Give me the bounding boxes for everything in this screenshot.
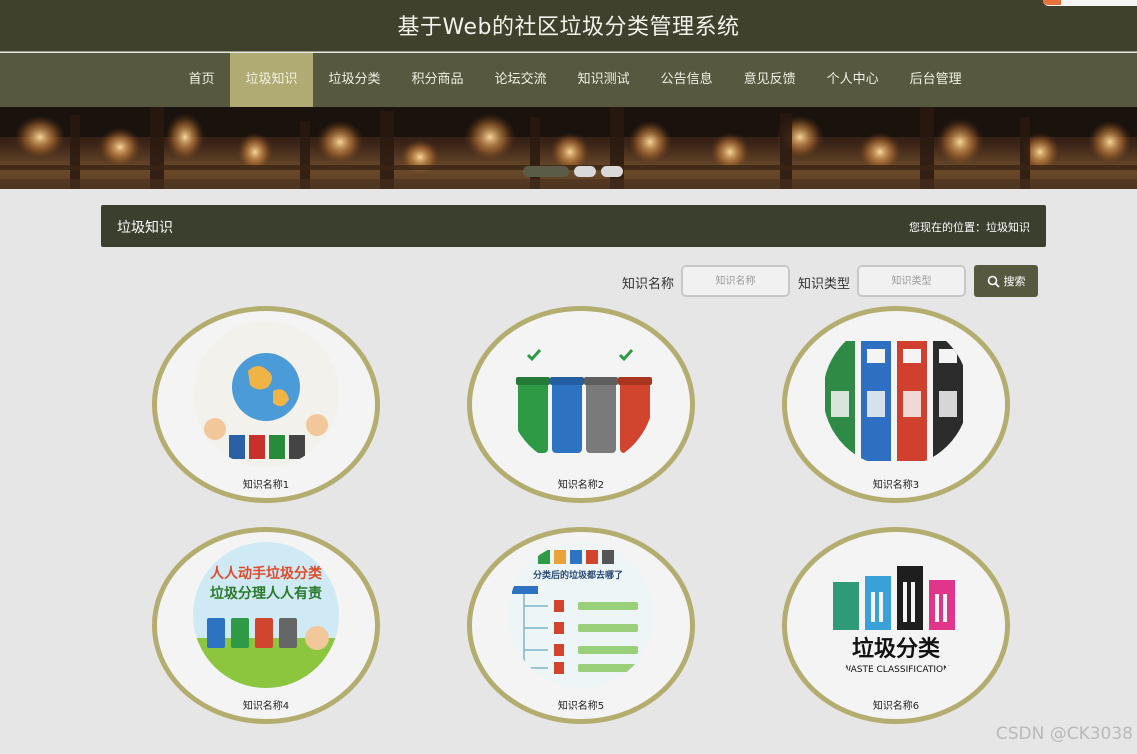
card-caption[interactable]: 知识名称6 xyxy=(787,697,1005,712)
knowledge-card[interactable]: 知识名称2 xyxy=(467,306,695,503)
logo-illustration: 垃圾分类 WASTE CLASSIFICATION xyxy=(823,542,969,688)
knowledge-card[interactable]: 分类后的垃圾都去哪了 知识名称5 xyxy=(467,527,695,724)
bin-lids-illustration xyxy=(823,321,969,467)
card-image[interactable] xyxy=(508,321,654,467)
knowledge-card[interactable]: 知识名称3 xyxy=(782,306,1010,503)
nav-item-points-goods[interactable]: 积分商品 xyxy=(396,53,479,107)
nav-item-announcements[interactable]: 公告信息 xyxy=(645,53,728,107)
watermark: CSDN @CK3038 xyxy=(995,724,1133,744)
type-label: 知识类型 xyxy=(798,277,851,292)
knowledge-card[interactable]: 垃圾分类 WASTE CLASSIFICATION 知识名称6 xyxy=(782,527,1010,724)
card-image[interactable]: 分类后的垃圾都去哪了 xyxy=(508,542,654,688)
section-title: 垃圾知识 xyxy=(117,220,173,236)
hero-banner xyxy=(0,107,1137,189)
knowledge-card[interactable]: 人人动手垃圾分类 垃圾分理人人有责 知识名称4 xyxy=(152,527,380,724)
search-button-label: 搜索 xyxy=(1003,275,1026,288)
page-title: 基于Web的社区垃圾分类管理系统 xyxy=(397,15,740,40)
breadcrumb: 您现在的位置：垃圾知识 xyxy=(909,221,1030,234)
chart-heading: 分类后的垃圾都去哪了 xyxy=(533,569,623,581)
knowledge-type-input[interactable] xyxy=(857,265,966,297)
knowledge-card[interactable]: 知识名称1 xyxy=(152,306,380,503)
search-button[interactable]: 搜索 xyxy=(974,265,1038,297)
carousel-dot-2[interactable] xyxy=(574,166,596,177)
card-image[interactable]: 垃圾分类 WASTE CLASSIFICATION xyxy=(823,542,969,688)
nav-item-admin[interactable]: 后台管理 xyxy=(894,53,977,107)
carousel-indicators xyxy=(523,166,623,177)
nav-item-knowledge[interactable]: 垃圾知识 xyxy=(230,53,314,107)
card-caption[interactable]: 知识名称5 xyxy=(472,697,690,712)
card-image[interactable] xyxy=(193,321,339,467)
name-label: 知识名称 xyxy=(622,277,675,292)
nav-item-feedback[interactable]: 意见反馈 xyxy=(728,53,811,107)
nav-item-home[interactable]: 首页 xyxy=(173,53,230,107)
bins-illustration xyxy=(508,321,654,467)
globe-illustration xyxy=(193,321,339,467)
section-header: 垃圾知识 您现在的位置：垃圾知识 xyxy=(101,205,1046,247)
card-caption[interactable]: 知识名称1 xyxy=(157,476,375,491)
nav-bar: 首页 垃圾知识 垃圾分类 积分商品 论坛交流 知识测试 公告信息 意见反馈 个人… xyxy=(0,53,1137,107)
carousel-dot-1[interactable] xyxy=(523,166,569,177)
carousel-dot-3[interactable] xyxy=(601,166,623,177)
nav-item-forum[interactable]: 论坛交流 xyxy=(479,53,562,107)
logo-subtext: WASTE CLASSIFICATION xyxy=(842,665,950,675)
poster-illustration: 人人动手垃圾分类 垃圾分理人人有责 xyxy=(193,542,339,688)
nav-item-classification[interactable]: 垃圾分类 xyxy=(313,53,396,107)
card-caption[interactable]: 知识名称2 xyxy=(472,476,690,491)
nav-item-profile[interactable]: 个人中心 xyxy=(811,53,894,107)
poster-line-1: 人人动手垃圾分类 xyxy=(210,565,323,582)
flow-chart-illustration: 分类后的垃圾都去哪了 xyxy=(508,542,654,688)
knowledge-name-input[interactable] xyxy=(681,265,790,297)
card-caption[interactable]: 知识名称4 xyxy=(157,697,375,712)
card-caption[interactable]: 知识名称3 xyxy=(787,476,1005,491)
main-nav: 首页 垃圾知识 垃圾分类 积分商品 论坛交流 知识测试 公告信息 意见反馈 个人… xyxy=(173,53,977,107)
search-icon xyxy=(987,275,1000,288)
header-title-bar: 基于Web的社区垃圾分类管理系统 xyxy=(0,0,1137,52)
nav-item-quiz[interactable]: 知识测试 xyxy=(562,53,645,107)
card-image[interactable]: 人人动手垃圾分类 垃圾分理人人有责 xyxy=(193,542,339,688)
logo-text: 垃圾分类 xyxy=(852,636,941,662)
corner-mark xyxy=(1043,0,1137,6)
card-image[interactable] xyxy=(823,321,969,467)
poster-line-2: 垃圾分理人人有责 xyxy=(210,585,322,602)
